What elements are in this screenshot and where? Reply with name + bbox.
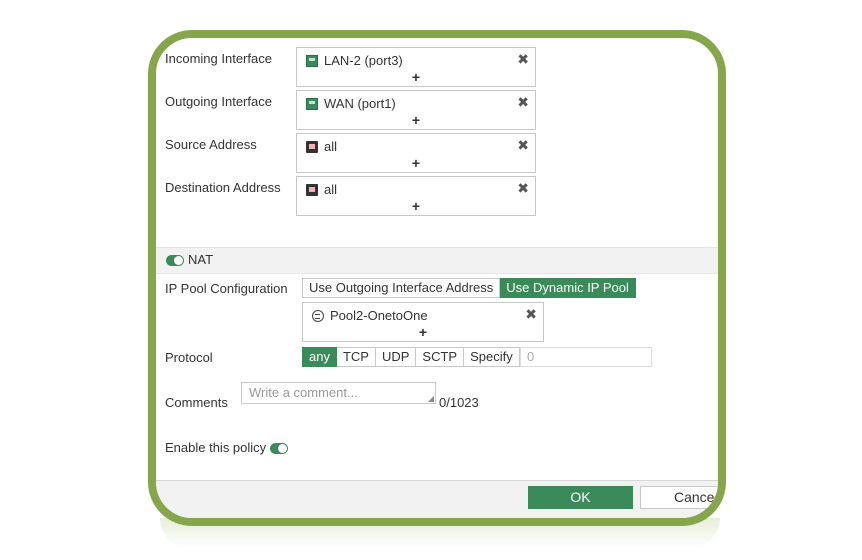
nat-toggle[interactable] (166, 255, 184, 266)
protocol-udp-button[interactable]: UDP (375, 347, 417, 367)
enable-policy-toggle[interactable] (270, 443, 288, 454)
cancel-button[interactable]: Cance (640, 486, 718, 509)
ip-pool-icon (312, 309, 324, 322)
dialog-footer (156, 480, 718, 518)
remove-icon[interactable]: ✖ (525, 306, 537, 323)
comments-label: Comments (165, 395, 228, 410)
outgoing-interface-value: WAN (port1) (324, 96, 396, 111)
protocol-specify-button[interactable]: Specify (464, 347, 520, 367)
outgoing-interface-entry: WAN (port1) (306, 96, 396, 111)
add-icon[interactable]: + (297, 69, 535, 85)
comments-counter: 0/1023 (439, 395, 479, 410)
comments-placeholder: Write a comment... (249, 385, 358, 400)
comments-textarea[interactable]: Write a comment... ◢ (241, 382, 436, 404)
remove-icon[interactable]: ✖ (517, 137, 529, 154)
remove-icon[interactable]: ✖ (517, 94, 529, 111)
interface-icon (306, 97, 318, 110)
destination-address-entry: all (306, 182, 337, 197)
use-outgoing-interface-button[interactable]: Use Outgoing Interface Address (302, 278, 501, 298)
incoming-interface-entry: LAN-2 (port3) (306, 53, 403, 68)
address-icon (306, 140, 318, 153)
outgoing-interface-label: Outgoing Interface (165, 94, 272, 109)
source-address-label: Source Address (165, 137, 257, 152)
protocol-label: Protocol (165, 350, 213, 365)
interface-icon (306, 54, 318, 67)
outgoing-interface-field[interactable]: WAN (port1) ✖ + (296, 90, 536, 130)
destination-address-field[interactable]: all ✖ + (296, 176, 536, 216)
remove-icon[interactable]: ✖ (517, 51, 529, 68)
ip-pool-configuration-label: IP Pool Configuration (165, 281, 288, 296)
highlight-frame: Incoming Interface LAN-2 (port3) ✖ + Out… (148, 30, 726, 526)
protocol-selector: any TCP UDP SCTP Specify (302, 347, 520, 367)
add-icon[interactable]: + (297, 155, 535, 171)
add-icon[interactable]: + (297, 198, 535, 214)
protocol-any-button[interactable]: any (302, 347, 337, 367)
remove-icon[interactable]: ✖ (517, 180, 529, 197)
use-dynamic-ip-pool-button[interactable]: Use Dynamic IP Pool (500, 278, 636, 298)
add-icon[interactable]: + (303, 324, 543, 340)
address-icon (306, 183, 318, 196)
policy-form: Incoming Interface LAN-2 (port3) ✖ + Out… (156, 38, 718, 518)
nat-label: NAT (188, 252, 214, 267)
incoming-interface-field[interactable]: LAN-2 (port3) ✖ + (296, 47, 536, 87)
source-address-value: all (324, 139, 338, 154)
ip-pool-mode-selector: Use Outgoing Interface Address Use Dynam… (302, 278, 636, 298)
incoming-interface-label: Incoming Interface (165, 51, 272, 66)
ip-pool-field[interactable]: Pool2-OnetoOne ✖ + (302, 302, 544, 342)
add-icon[interactable]: + (297, 112, 535, 128)
destination-address-value: all (324, 182, 338, 197)
destination-address-label: Destination Address (165, 180, 281, 195)
resize-grip-icon[interactable]: ◢ (428, 395, 434, 403)
ok-button[interactable]: OK (528, 486, 633, 509)
ip-pool-value: Pool2-OnetoOne (330, 308, 428, 323)
nat-section-header: NAT (156, 247, 718, 274)
protocol-sctp-button[interactable]: SCTP (416, 347, 465, 367)
incoming-interface-value: LAN-2 (port3) (324, 53, 403, 68)
source-address-entry: all (306, 139, 337, 154)
enable-policy-label: Enable this policy (165, 440, 267, 455)
protocol-tcp-button[interactable]: TCP (336, 347, 376, 367)
source-address-field[interactable]: all ✖ + (296, 133, 536, 173)
ip-pool-entry: Pool2-OnetoOne (312, 308, 428, 323)
protocol-number-input[interactable]: 0 (520, 347, 652, 367)
